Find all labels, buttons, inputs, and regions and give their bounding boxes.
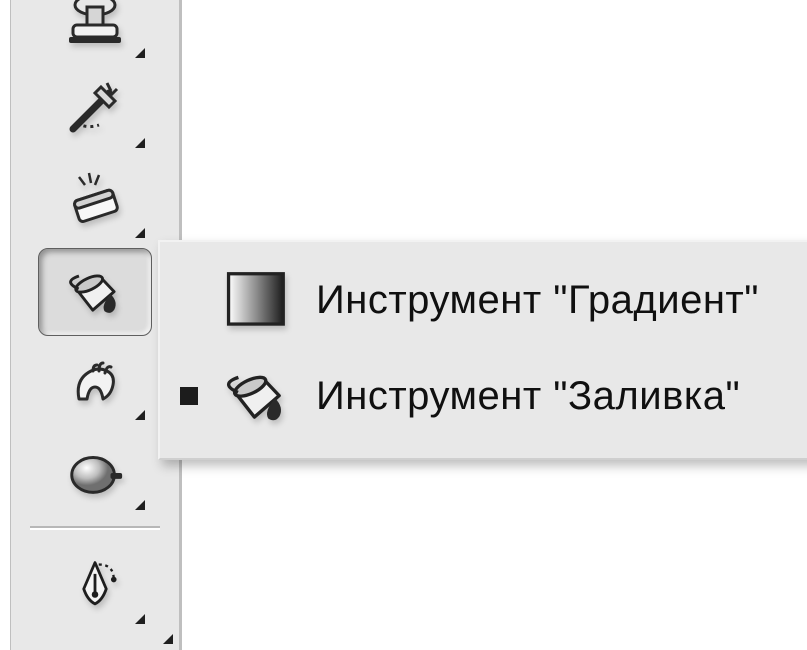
flyout-mark-icon — [135, 500, 145, 510]
flyout-item-gradient[interactable]: Инструмент "Градиент" — [180, 252, 807, 348]
flyout-item-bucket[interactable]: Инструмент "Заливка" — [180, 348, 807, 444]
flyout-item-label: Инструмент "Градиент" — [316, 278, 759, 323]
eraser-tool[interactable] — [39, 158, 151, 244]
flyout-mark-icon — [135, 614, 145, 624]
active-indicator — [180, 387, 198, 405]
pen-tool[interactable] — [39, 544, 151, 630]
tool-flyout-menu: Инструмент "Градиент" Инструмент "Заливк… — [158, 240, 807, 460]
paint-bucket-tool[interactable] — [38, 248, 152, 336]
flyout-mark-icon — [135, 138, 145, 148]
healing-brush-icon — [59, 75, 131, 147]
gradient-icon — [218, 261, 296, 339]
flyout-mark-icon — [135, 48, 145, 58]
smudge-tool[interactable] — [39, 340, 151, 426]
active-indicator — [180, 291, 198, 309]
paint-bucket-icon — [59, 256, 131, 328]
dodge-tool[interactable] — [39, 430, 151, 516]
stamp-icon — [59, 0, 131, 57]
eraser-icon — [59, 165, 131, 237]
healing-brush-tool[interactable] — [39, 68, 151, 154]
pen-icon — [59, 551, 131, 623]
paint-bucket-icon — [218, 357, 296, 435]
tools-panel — [10, 0, 182, 650]
smudge-icon — [59, 347, 131, 419]
flyout-mark-icon — [135, 410, 145, 420]
flyout-mark-icon — [135, 228, 145, 238]
stamp-tool[interactable] — [39, 0, 151, 64]
toolbar-divider — [30, 526, 160, 530]
dodge-icon — [59, 437, 131, 509]
flyout-item-label: Инструмент "Заливка" — [316, 374, 740, 419]
flyout-mark-icon — [163, 634, 173, 644]
